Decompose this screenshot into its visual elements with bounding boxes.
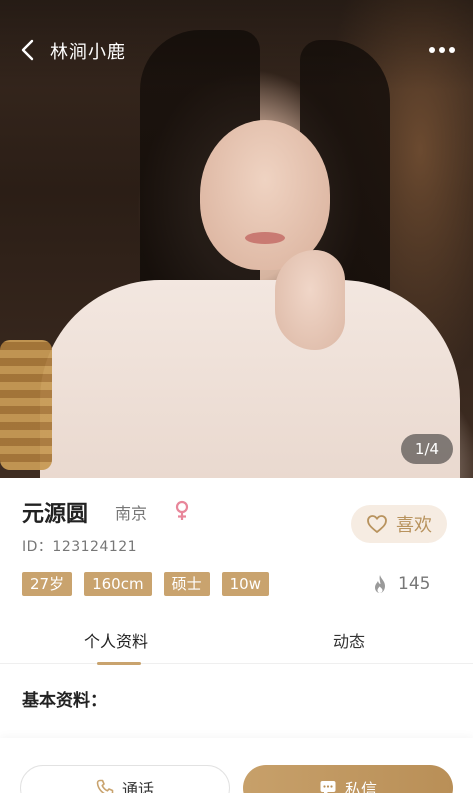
page-title: 林涧小鹿 bbox=[50, 42, 126, 63]
tab-indicator bbox=[97, 662, 141, 665]
like-label: 喜欢 bbox=[396, 515, 432, 536]
section-title: 基本资料： bbox=[22, 691, 107, 711]
fire-icon bbox=[375, 575, 385, 593]
photo-detail bbox=[0, 340, 52, 470]
like-button[interactable]: 喜欢 bbox=[351, 505, 447, 543]
tag-height: 160cm bbox=[84, 572, 152, 596]
message-label: 私信 bbox=[344, 780, 377, 793]
chat-icon bbox=[320, 781, 336, 793]
photo-detail bbox=[245, 232, 285, 244]
call-label: 通话 bbox=[121, 780, 154, 793]
photo-detail bbox=[200, 120, 330, 270]
photo-counter: 1/4 bbox=[401, 434, 453, 464]
popularity: 145 bbox=[372, 574, 430, 594]
top-bar: 林涧小鹿 bbox=[0, 28, 473, 72]
tag-age: 27岁 bbox=[22, 572, 73, 596]
message-button[interactable]: 私信 bbox=[243, 765, 453, 793]
heart-icon bbox=[367, 515, 387, 533]
call-button[interactable]: 通话 bbox=[20, 765, 230, 793]
photo-detail bbox=[275, 250, 345, 350]
tag-income: 10w bbox=[221, 572, 269, 596]
photo-detail bbox=[40, 280, 460, 478]
tag-education: 硕士 bbox=[163, 572, 210, 596]
profile-photo[interactable]: 林涧小鹿 1/4 bbox=[0, 0, 473, 478]
tab-profile[interactable]: 个人资料 bbox=[84, 628, 148, 652]
tab-feed[interactable]: 动态 bbox=[333, 628, 365, 652]
profile-tags: 27岁 160cm 硕士 10w bbox=[22, 572, 269, 596]
profile-id: ID：123124121 bbox=[22, 539, 138, 555]
popularity-count: 145 bbox=[398, 574, 431, 594]
female-icon bbox=[175, 500, 189, 520]
more-dots-icon[interactable] bbox=[429, 40, 455, 60]
bottom-action-bar: 通话 私信 bbox=[0, 738, 473, 793]
phone-icon bbox=[96, 779, 114, 793]
profile-city: 南京 bbox=[115, 504, 148, 523]
profile-tabs: 个人资料 动态 bbox=[0, 620, 473, 665]
back-arrow-icon[interactable] bbox=[18, 38, 40, 62]
profile-name: 元源圆 bbox=[22, 502, 89, 527]
